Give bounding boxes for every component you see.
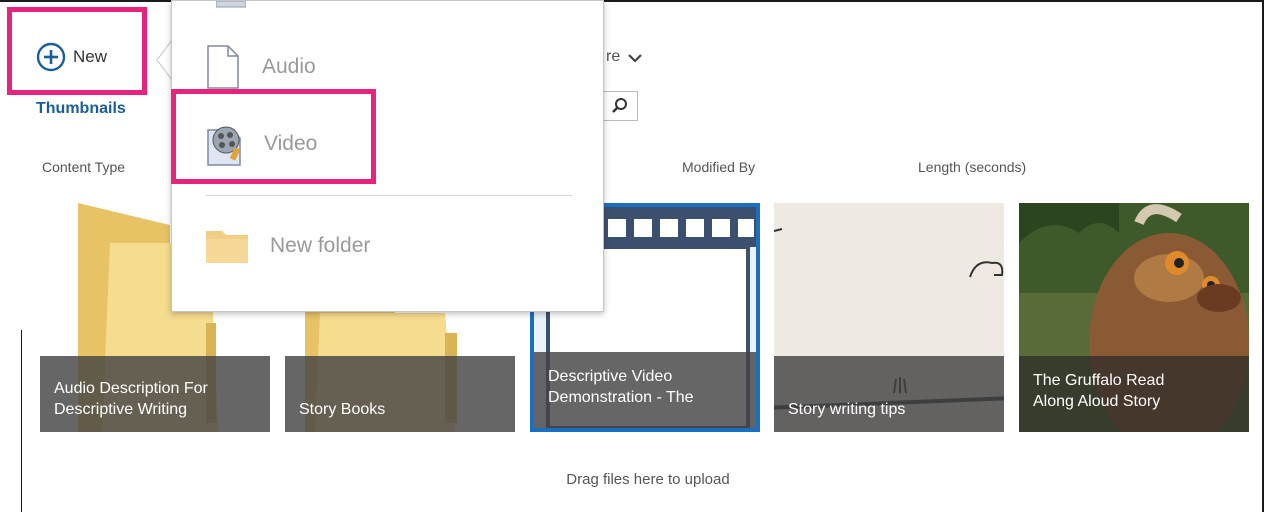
search-icon (612, 98, 627, 113)
tile-title-line: Story Books (299, 401, 386, 418)
new-button-highlight (7, 7, 147, 95)
chevron-down-icon[interactable] (628, 53, 642, 63)
drag-upload-hint[interactable]: Drag files here to upload (0, 471, 1270, 488)
tile-caption: Audio Description For Descriptive Writin… (40, 356, 270, 432)
menu-item-new-folder[interactable]: New folder (206, 227, 370, 265)
thumbnail-tile[interactable]: The Gruffalo Read Along Aloud Story (1019, 203, 1249, 432)
tile-title-line: The Gruffalo Read (1033, 372, 1165, 389)
tile-caption: Story writing tips (774, 356, 1004, 432)
column-header-length[interactable]: Length (seconds) (918, 159, 1026, 175)
video-item-highlight (171, 89, 376, 184)
view-thumbnails[interactable]: Thumbnails (36, 100, 126, 118)
tile-title-line: Descriptive Video (548, 368, 673, 385)
tile-title-line: Descriptive Writing (54, 401, 188, 418)
column-header-modified-by[interactable]: Modified By (682, 159, 755, 175)
menu-item-label: New folder (270, 234, 371, 257)
folder-icon (206, 231, 248, 263)
column-header-content-type[interactable]: Content Type (42, 159, 125, 175)
partial-menu-icon (216, 1, 246, 8)
audio-file-icon (207, 45, 239, 89)
tile-title-line: Audio Description For (54, 380, 208, 397)
window-right-border (1262, 0, 1264, 512)
tile-title-line: Story writing tips (788, 401, 906, 418)
menu-item-label: Audio (262, 55, 316, 78)
tile-caption: Story Books (285, 356, 515, 432)
menu-separator (206, 195, 572, 196)
thumbnail-tile[interactable]: Story writing tips (774, 203, 1004, 432)
tile-caption: Descriptive Video Demonstration - The (534, 352, 756, 428)
tile-caption: The Gruffalo Read Along Aloud Story (1019, 356, 1249, 432)
tile-title-line: Along Aloud Story (1033, 393, 1161, 410)
tile-title-line: Demonstration - The (548, 389, 694, 406)
menu-item-audio[interactable]: Audio (206, 45, 316, 89)
search-button[interactable] (602, 91, 638, 121)
more-menu-label[interactable]: re (606, 48, 620, 66)
